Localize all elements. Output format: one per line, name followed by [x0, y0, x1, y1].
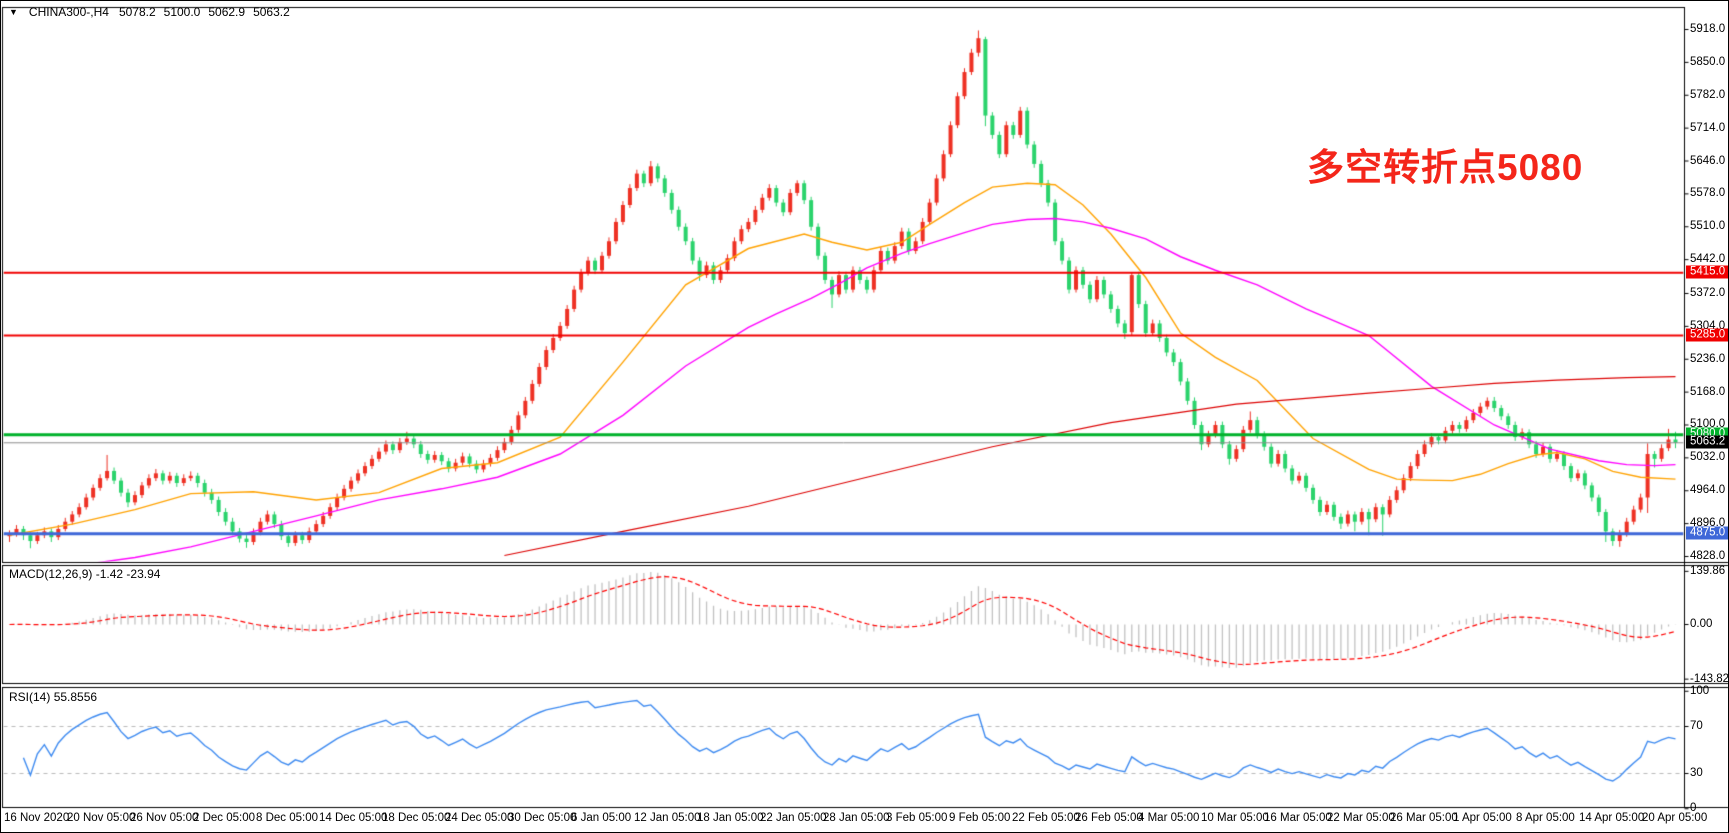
price-axis-label: 5918.0 — [1690, 23, 1725, 35]
macd-axis-label: -143.82 — [1690, 673, 1729, 685]
collapse-triangle-icon[interactable]: ▼ — [9, 7, 18, 17]
time-axis-label: 4 Mar 05:00 — [1138, 812, 1199, 824]
time-axis-label: 18 Jan 05:00 — [697, 812, 764, 824]
price-axis-label: 5032.0 — [1690, 451, 1725, 463]
pivot-annotation-text: 多空转折点5080 — [1307, 137, 1583, 191]
time-axis-label: 14 Dec 05:00 — [319, 812, 387, 824]
price-axis-label: 5372.0 — [1690, 287, 1725, 299]
time-axis-label: 30 Dec 05:00 — [508, 812, 576, 824]
trading-chart-window: ▼ CHINA300-,H4 5078.2 5100.0 5062.9 5063… — [0, 0, 1729, 833]
time-axis-label: 14 Apr 05:00 — [1579, 812, 1644, 824]
time-axis-label: 9 Feb 05:00 — [949, 812, 1010, 824]
price-axis-label: 4964.0 — [1690, 484, 1725, 496]
price-tag-support: 4875.0 — [1686, 527, 1729, 540]
price-axis-label: 5168.0 — [1690, 386, 1725, 398]
time-axis-label: 12 Jan 05:00 — [634, 812, 701, 824]
time-axis-label: 22 Mar 05:00 — [1327, 812, 1395, 824]
time-axis-label: 28 Jan 05:00 — [823, 812, 890, 824]
chart-title-bar: ▼ CHINA300-,H4 5078.2 5100.0 5062.9 5063… — [9, 5, 290, 19]
price-axis-label: 5236.0 — [1690, 353, 1725, 365]
time-axis-label: 1 Apr 05:00 — [1453, 812, 1512, 824]
price-axis-label: 5850.0 — [1690, 56, 1725, 68]
price-axis-label: 4828.0 — [1690, 550, 1725, 562]
price-tag-resistance: 5285.0 — [1686, 329, 1729, 342]
time-axis-label: 3 Feb 05:00 — [886, 812, 947, 824]
low-value: 5062.9 — [208, 5, 245, 19]
time-axis-label: 6 Jan 05:00 — [571, 812, 631, 824]
price-axis-label: 5646.0 — [1690, 155, 1725, 167]
high-value: 5100.0 — [164, 5, 201, 19]
chart-canvas[interactable] — [1, 1, 1729, 833]
price-axis-label: 5578.0 — [1690, 187, 1725, 199]
rsi-axis-label: 70 — [1690, 720, 1703, 732]
time-axis-label: 16 Nov 2020 — [4, 812, 69, 824]
rsi-indicator-label: RSI(14) 55.8556 — [9, 690, 97, 704]
time-axis-label: 10 Mar 05:00 — [1201, 812, 1269, 824]
close-value: 5063.2 — [253, 5, 290, 19]
symbol-period-label: CHINA300-,H4 — [29, 5, 109, 19]
price-axis-label: 5442.0 — [1690, 253, 1725, 265]
time-axis-label: 2 Dec 05:00 — [193, 812, 255, 824]
macd-axis-label: 0.00 — [1690, 618, 1712, 630]
time-axis-label: 24 Dec 05:00 — [445, 812, 513, 824]
rsi-axis-label: 30 — [1690, 767, 1703, 779]
time-axis-label: 8 Apr 05:00 — [1516, 812, 1575, 824]
price-axis-label: 5782.0 — [1690, 89, 1725, 101]
open-value: 5078.2 — [119, 5, 156, 19]
time-axis-label: 16 Mar 05:00 — [1264, 812, 1332, 824]
price-tag-resistance: 5415.0 — [1686, 266, 1729, 279]
price-axis-label: 5714.0 — [1690, 122, 1725, 134]
time-axis-label: 22 Feb 05:00 — [1012, 812, 1080, 824]
time-axis-label: 26 Nov 05:00 — [130, 812, 198, 824]
time-axis-label: 20 Nov 05:00 — [67, 812, 135, 824]
macd-axis-label: 139.86 — [1690, 565, 1725, 577]
time-axis-label: 18 Dec 05:00 — [382, 812, 450, 824]
rsi-axis-label: 100 — [1690, 685, 1709, 697]
time-axis-label: 22 Jan 05:00 — [760, 812, 827, 824]
price-tag-current-price: 5063.2 — [1686, 436, 1729, 449]
time-axis-label: 26 Mar 05:00 — [1390, 812, 1458, 824]
time-axis-label: 8 Dec 05:00 — [256, 812, 318, 824]
macd-indicator-label: MACD(12,26,9) -1.42 -23.94 — [9, 567, 160, 581]
time-axis-label: 26 Feb 05:00 — [1075, 812, 1143, 824]
price-axis-label: 5510.0 — [1690, 220, 1725, 232]
time-axis-label: 20 Apr 05:00 — [1642, 812, 1707, 824]
